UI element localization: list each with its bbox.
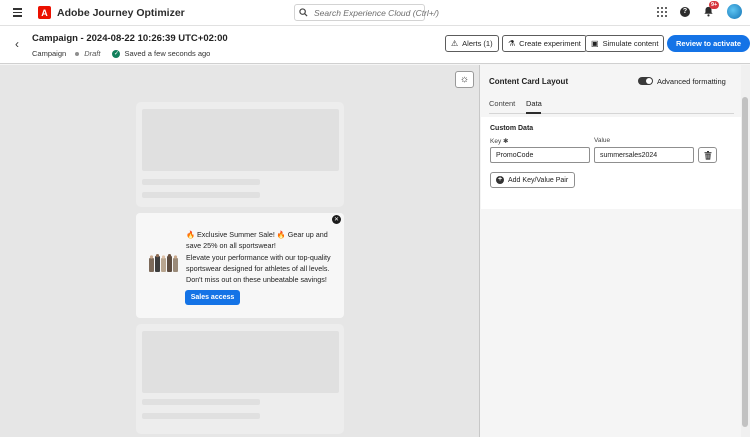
placeholder-line [142, 413, 260, 419]
add-key-value-pair-button[interactable]: + Add Key/Value Pair [490, 172, 576, 188]
alert-icon: ⚠ [451, 39, 459, 48]
value-field[interactable]: summersales2024 [594, 147, 694, 163]
close-icon[interactable]: ✕ [332, 215, 341, 224]
search-input[interactable]: Search Experience Cloud (Ctrl+/) [294, 4, 439, 21]
apps-grid-icon[interactable] [657, 6, 667, 17]
saved-status: Saved a few seconds ago [124, 49, 211, 58]
search-placeholder: Search Experience Cloud (Ctrl+/) [314, 7, 439, 18]
placeholder-line [142, 179, 260, 185]
custom-data-section: Custom Data Key ✱ Value PromoCode summer… [481, 117, 741, 209]
custom-data-title: Custom Data [490, 125, 534, 132]
notification-badge: 9+ [709, 1, 720, 9]
tab-data[interactable]: Data [526, 99, 542, 108]
simulate-icon: ▣ [591, 39, 599, 48]
menu-icon[interactable] [8, 4, 26, 22]
avatar[interactable] [727, 4, 742, 19]
search-icon [299, 8, 308, 17]
panel-scrollbar[interactable] [741, 65, 750, 437]
placeholder-line [142, 192, 260, 198]
app-title: Adobe Journey Optimizer [57, 6, 185, 19]
simulate-content-button[interactable]: ▣ Simulate content [585, 35, 665, 52]
sportswear-image [149, 254, 178, 272]
delete-row-button[interactable] [698, 147, 717, 163]
preview-canvas: ☼ ✕ 🔥 Exclusive Summer Sale! 🔥 Gear up a… [0, 65, 480, 437]
simulate-content-label: Simulate content [602, 39, 659, 48]
help-icon[interactable]: ? [680, 6, 690, 17]
active-tab-indicator [526, 112, 541, 114]
notifications-button[interactable]: 9+ [703, 1, 720, 17]
create-experiment-label: Create experiment [519, 39, 581, 48]
status-badge: Draft [84, 49, 101, 58]
panel-tabs: Content Data [489, 97, 734, 114]
sales-access-button[interactable]: Sales access [185, 290, 240, 305]
advanced-formatting-toggle[interactable] [638, 77, 653, 85]
campaign-meta: Campaign Draft ✓ Saved a few seconds ago [32, 49, 210, 58]
panel-title: Content Card Layout [489, 77, 569, 86]
page-title: Campaign - 2024-08-22 10:26:39 UTC+02:00 [32, 33, 228, 44]
trash-icon [704, 150, 711, 160]
back-chevron-icon[interactable]: ‹ [15, 38, 19, 50]
advanced-formatting-label: Advanced formatting [657, 77, 726, 86]
placeholder-card-top [136, 102, 344, 207]
placeholder-image [142, 331, 339, 393]
alerts-label: Alerts (1) [462, 39, 493, 48]
review-to-activate-button[interactable]: Review to activate [667, 35, 750, 52]
status-dot-icon [75, 51, 80, 56]
sun-icon: ☼ [459, 74, 470, 85]
placeholder-image [142, 109, 339, 171]
alerts-button[interactable]: ⚠ Alerts (1) [445, 35, 499, 52]
value-label: Value [594, 137, 611, 144]
campaign-type: Campaign [32, 49, 67, 58]
placeholder-line [142, 399, 260, 405]
scrollbar-thumb[interactable] [742, 97, 748, 427]
tab-content[interactable]: Content [489, 99, 515, 108]
content-card-layout-panel: Content Card Layout Advanced formatting … [481, 65, 741, 437]
theme-toggle-button[interactable]: ☼ [455, 71, 474, 88]
top-shell-bar: A Adobe Journey Optimizer Search Experie… [0, 0, 750, 26]
placeholder-card-bottom [136, 324, 344, 434]
promo-headline: 🔥 Exclusive Summer Sale! 🔥 Gear up and s… [186, 230, 328, 250]
content-card-preview: ✕ 🔥 Exclusive Summer Sale! 🔥 Gear up and… [136, 213, 344, 318]
add-key-value-label: Add Key/Value Pair [508, 176, 569, 184]
key-field[interactable]: PromoCode [490, 147, 590, 163]
adobe-logo-icon: A [38, 6, 51, 19]
key-label: Key ✱ [490, 138, 509, 145]
promo-body: Elevate your performance with our top-qu… [186, 253, 331, 284]
campaign-header: ‹ Campaign - 2024-08-22 10:26:39 UTC+02:… [0, 26, 750, 64]
add-circle-icon: + [496, 176, 504, 184]
checkmark-icon: ✓ [112, 49, 121, 58]
beaker-icon: ⚗ [508, 39, 516, 48]
create-experiment-button[interactable]: ⚗ Create experiment [502, 35, 587, 52]
